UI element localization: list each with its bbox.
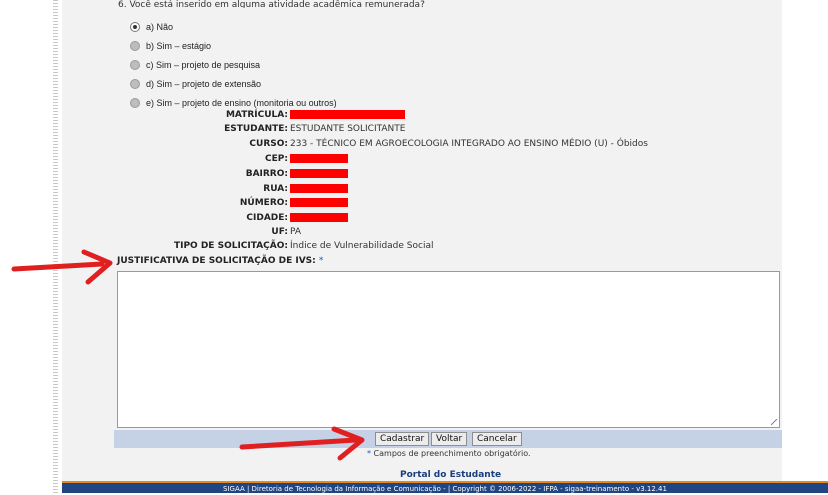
field-value: Índice de Vulnerabilidade Social — [290, 240, 434, 251]
option-label: c) Sim – projeto de pesquisa — [146, 60, 261, 70]
option-estagio[interactable]: b) Sim – estágio — [130, 39, 211, 53]
option-label: a) Não — [146, 22, 174, 32]
resize-handle-icon[interactable] — [771, 419, 777, 425]
required-note: * Campos de preenchimento obrigatório. — [367, 449, 531, 458]
footer: SIGAA | Diretoria de Tecnologia da Infor… — [62, 481, 828, 493]
option-extensao[interactable]: d) Sim – projeto de extensão — [130, 77, 261, 91]
portal-estudante-link[interactable]: Portal do Estudante — [400, 470, 501, 480]
field-label: CURSO: — [249, 138, 288, 149]
justificativa-label: JUSTIFICATIVA DE SOLICITAÇÃO DE IVS: * — [117, 256, 323, 266]
field-curso: CURSO: 233 - TÉCNICO EM AGROECOLOGIA INT… — [120, 136, 720, 151]
field-value: PA — [290, 226, 302, 237]
dotted-border — [53, 0, 58, 493]
option-label: d) Sim – projeto de extensão — [146, 79, 262, 89]
field-label: TIPO DE SOLICITAÇÃO: — [173, 240, 288, 251]
option-pesquisa[interactable]: c) Sim – projeto de pesquisa — [130, 58, 260, 72]
redaction-bar — [290, 184, 348, 193]
redaction-bar — [290, 213, 348, 222]
voltar-button[interactable]: Voltar — [431, 432, 468, 446]
field-label: BAIRRO: — [245, 168, 288, 179]
radio-icon[interactable] — [130, 41, 140, 51]
field-tipo-solicitacao: TIPO DE SOLICITAÇÃO: Índice de Vulnerabi… — [120, 238, 720, 253]
question-text: 6. Você está inserido em alguma atividad… — [118, 0, 425, 8]
arrow-cadastrar-icon — [239, 426, 365, 461]
justificativa-label-text: JUSTIFICATIVA DE SOLICITAÇÃO DE IVS: — [117, 256, 316, 266]
field-bairro: BAIRRO: — [120, 166, 720, 181]
field-matricula: MATRÍCULA: — [120, 107, 720, 122]
redaction-bar — [290, 110, 405, 119]
redaction-bar — [290, 198, 348, 207]
field-label: NÚMERO: — [239, 197, 288, 208]
field-label: MATRÍCULA: — [225, 109, 288, 120]
radio-icon[interactable] — [130, 60, 140, 70]
required-star: * — [318, 256, 324, 266]
radio-icon[interactable] — [130, 79, 140, 89]
option-label: b) Sim – estágio — [146, 41, 212, 51]
field-rua: RUA: — [120, 181, 720, 196]
field-label: CIDADE: — [246, 212, 288, 223]
field-value: 233 - TÉCNICO EM AGROECOLOGIA INTEGRADO … — [290, 138, 648, 149]
redaction-bar — [290, 154, 348, 163]
field-cidade: CIDADE: — [120, 210, 720, 225]
field-value: ESTUDANTE SOLICITANTE — [290, 123, 406, 134]
redaction-bar — [290, 169, 348, 178]
field-label: ESTUDANTE: — [224, 123, 288, 134]
justificativa-textarea[interactable] — [117, 271, 780, 428]
field-label: UF: — [271, 226, 288, 237]
arrow-justificativa-icon — [11, 249, 113, 285]
field-cep: CEP: — [120, 151, 720, 166]
radio-selected-icon[interactable] — [130, 22, 140, 32]
field-estudante: ESTUDANTE: ESTUDANTE SOLICITANTE — [120, 121, 720, 136]
right-margin — [782, 0, 828, 493]
field-label: CEP: — [265, 153, 288, 164]
cadastrar-button[interactable]: Cadastrar — [375, 432, 430, 446]
option-nao[interactable]: a) Não — [130, 20, 173, 34]
cancelar-button[interactable]: Cancelar — [472, 432, 522, 446]
required-note-text: Campos de preenchimento obrigatório. — [373, 449, 531, 458]
field-uf: UF: PA — [120, 224, 720, 239]
field-numero: NÚMERO: — [120, 195, 720, 210]
field-label: RUA: — [263, 183, 288, 194]
